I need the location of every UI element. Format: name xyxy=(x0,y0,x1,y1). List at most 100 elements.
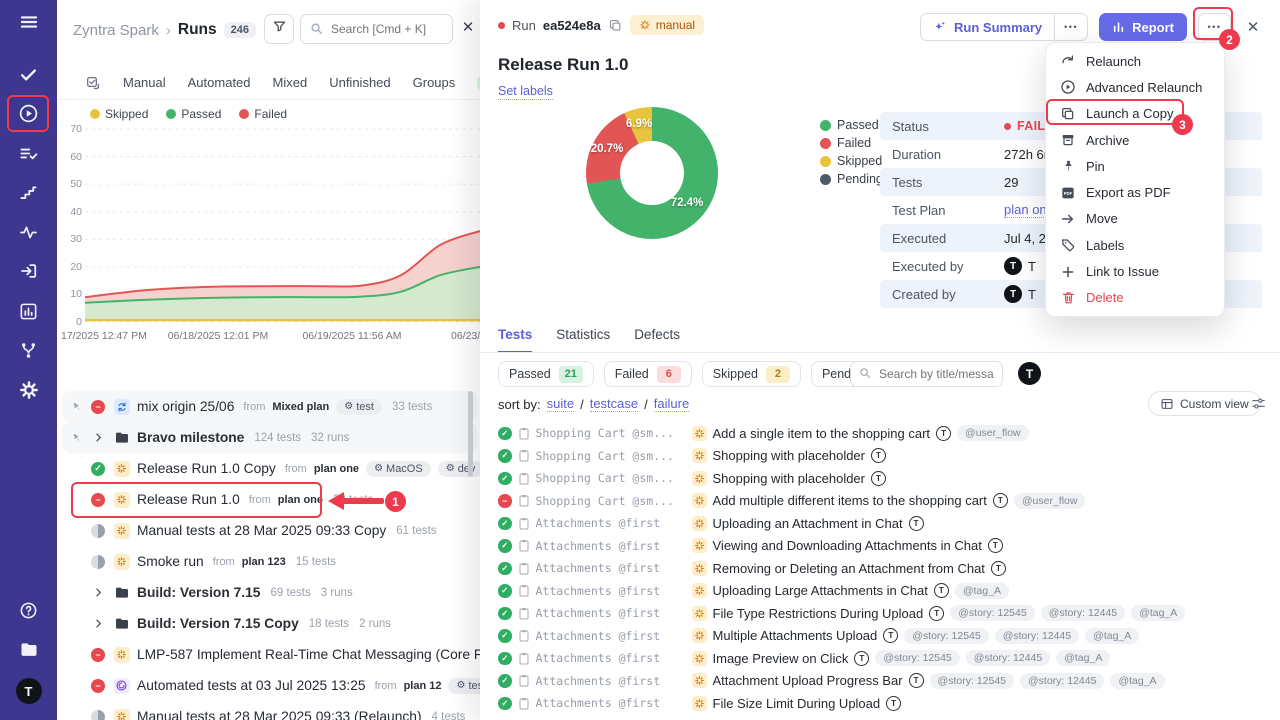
gear-icon[interactable] xyxy=(14,375,44,405)
filter-chip-skipped[interactable]: Skipped2 xyxy=(702,361,801,387)
test-result-row[interactable]: ✓Attachments @firstFile Size Limit Durin… xyxy=(480,692,1280,715)
sort-by-testcase[interactable]: testcase xyxy=(590,396,638,412)
run-plan-link[interactable]: plan one xyxy=(314,463,359,475)
run-plan-link[interactable]: plan one xyxy=(278,494,323,506)
menu-item-archive[interactable]: Archive xyxy=(1046,127,1224,153)
result-passed-icon: ✓ xyxy=(498,472,512,486)
tab-defects[interactable]: Defects xyxy=(634,327,680,353)
manual-icon xyxy=(692,448,707,463)
run-list-item[interactable]: Bravo milestone124 tests32 runs xyxy=(62,422,477,453)
pulse-icon[interactable] xyxy=(14,217,44,247)
menu-item-advanced-relaunch[interactable]: Advanced Relaunch xyxy=(1046,74,1224,100)
test-result-row[interactable]: ✓Attachments @firstViewing and Downloadi… xyxy=(480,535,1280,558)
runs-panel-close-button[interactable]: ✕ xyxy=(456,15,480,39)
run-list-item[interactable]: Build: Version 7.15 Copy18 tests2 runs xyxy=(62,608,477,639)
menu-item-delete[interactable]: Delete xyxy=(1046,285,1224,311)
list-check-icon[interactable] xyxy=(14,138,44,168)
run-detail-close-button[interactable]: ✕ xyxy=(1242,16,1264,38)
runs-tab-mixed[interactable]: Mixed xyxy=(273,75,308,90)
sign-in-icon[interactable] xyxy=(14,256,44,286)
set-labels-link[interactable]: Set labels xyxy=(498,84,553,100)
author-avatar: T xyxy=(934,583,949,598)
test-result-row[interactable]: ✓Attachments @firstImage Preview on Clic… xyxy=(480,647,1280,670)
runs-tab-manual[interactable]: Manual xyxy=(123,75,166,90)
runs-tab-groups[interactable]: Groups xyxy=(413,75,456,90)
tab-statistics[interactable]: Statistics xyxy=(556,327,610,353)
runs-scrollbar[interactable] xyxy=(468,391,473,477)
run-plan-link[interactable]: plan 12 xyxy=(404,680,442,692)
run-list-item[interactable]: −Automated tests at 03 Jul 2025 13:25fro… xyxy=(62,670,477,701)
tab-tests[interactable]: Tests xyxy=(498,327,532,353)
run-plan-link[interactable]: plan 123 xyxy=(242,556,286,568)
menu-item-pin[interactable]: Pin xyxy=(1046,153,1224,179)
chevron-right-icon[interactable] xyxy=(90,587,106,598)
run-list-item[interactable]: −mix origin 25/06fromMixed plan⚙test33 t… xyxy=(62,391,477,422)
test-result-row[interactable]: ✓Shopping Cart @sm...Shopping with place… xyxy=(480,467,1280,490)
run-list-item[interactable]: Smoke runfromplan 12315 tests xyxy=(62,546,477,577)
result-passed-icon: ✓ xyxy=(498,652,512,666)
run-more-actions-button[interactable]: ••• xyxy=(1198,13,1231,41)
run-summary-button[interactable]: Run Summary xyxy=(921,14,1054,40)
select-all-icon[interactable] xyxy=(85,75,101,91)
test-result-row[interactable]: −Shopping Cart @sm...Add multiple differ… xyxy=(480,490,1280,513)
test-result-row[interactable]: ✓Shopping Cart @sm...Add a single item t… xyxy=(480,422,1280,445)
run-list-item[interactable]: Manual tests at 28 Mar 2025 09:33 Copy61… xyxy=(62,515,477,546)
test-result-row[interactable]: ✓Attachments @firstRemoving or Deleting … xyxy=(480,557,1280,580)
check-icon[interactable] xyxy=(14,59,44,89)
menu-item-move[interactable]: Move xyxy=(1046,206,1224,232)
test-result-row[interactable]: ✓Attachments @firstUploading Large Attac… xyxy=(480,580,1280,603)
chevron-right-icon[interactable] xyxy=(90,432,106,443)
view-settings-icon[interactable] xyxy=(1250,395,1267,417)
tests-search-input[interactable] xyxy=(850,361,1003,387)
test-title: Uploading an Attachment in Chat xyxy=(713,516,903,531)
legend-item-failed: Failed xyxy=(239,107,287,121)
page-title: Runs xyxy=(178,21,217,39)
steps-icon[interactable] xyxy=(14,177,44,207)
run-list-item[interactable]: −LMP-587 Implement Real-Time Chat Messag… xyxy=(62,639,477,670)
menu-item-link-to-issue[interactable]: Link to Issue xyxy=(1046,258,1224,284)
test-result-row[interactable]: ✓Attachments @firstAttachment Upload Pro… xyxy=(480,670,1280,693)
test-result-row[interactable]: ✓Shopping Cart @sm...Shopping with place… xyxy=(480,445,1280,468)
breadcrumb-project[interactable]: Zyntra Spark xyxy=(73,22,159,39)
clipboard-icon xyxy=(518,494,530,507)
user-avatar[interactable]: T xyxy=(16,678,42,704)
run-list-item[interactable]: Build: Version 7.1569 tests3 runs xyxy=(62,577,477,608)
test-result-row[interactable]: ✓Attachments @firstFile Type Restriction… xyxy=(480,602,1280,625)
filter-button[interactable] xyxy=(264,14,294,44)
run-list-item[interactable]: Manual tests at 28 Mar 2025 09:33 (Relau… xyxy=(62,701,477,720)
play-circle-icon[interactable] xyxy=(14,98,44,128)
sort-by-suite[interactable]: suite xyxy=(547,396,574,412)
folder-icon[interactable] xyxy=(14,635,44,665)
chevron-right-icon[interactable] xyxy=(90,618,106,629)
run-list-item[interactable]: −Release Run 1.0fromplan one29 tests xyxy=(62,484,477,515)
test-tag: @story: 12545 xyxy=(950,605,1034,621)
avatar[interactable]: T xyxy=(14,676,44,706)
author-avatar: T xyxy=(988,538,1003,553)
menu-item-launch-a-copy[interactable]: Launch a Copy xyxy=(1046,101,1224,127)
author-avatar: T xyxy=(909,673,924,688)
menu-icon[interactable] xyxy=(14,7,44,37)
menu-item-relaunch[interactable]: Relaunch xyxy=(1046,48,1224,74)
copy-icon[interactable] xyxy=(608,18,623,33)
run-plan-link[interactable]: Mixed plan xyxy=(272,401,329,413)
environment-badge: ⚙test xyxy=(448,678,481,694)
fork-icon[interactable] xyxy=(14,335,44,365)
assignee-avatar[interactable]: T xyxy=(1018,362,1041,385)
test-result-row[interactable]: ✓Attachments @firstMultiple Attachments … xyxy=(480,625,1280,648)
manual-icon xyxy=(692,673,707,688)
menu-item-export-as-pdf[interactable]: PDFExport as PDF xyxy=(1046,179,1224,205)
sort-by-failure[interactable]: failure xyxy=(654,396,689,412)
test-result-row[interactable]: ✓Attachments @firstUploading an Attachme… xyxy=(480,512,1280,535)
runs-tab-automated[interactable]: Automated xyxy=(188,75,251,90)
archive-icon xyxy=(1060,132,1076,148)
help-icon[interactable] xyxy=(14,595,44,625)
run-summary-more-button[interactable]: ••• xyxy=(1055,14,1087,40)
runs-tab-unfinished[interactable]: Unfinished xyxy=(329,75,390,90)
filter-chip-passed[interactable]: Passed21 xyxy=(498,361,594,387)
run-list-item[interactable]: ✓Release Run 1.0 Copyfromplan one⚙MacOS⚙… xyxy=(62,453,477,484)
filter-chip-failed[interactable]: Failed6 xyxy=(604,361,692,387)
custom-view-button[interactable]: Custom view xyxy=(1148,391,1261,416)
bar-chart-icon[interactable] xyxy=(14,296,44,326)
menu-item-labels[interactable]: Labels xyxy=(1046,232,1224,258)
report-button[interactable]: Report xyxy=(1099,13,1187,41)
